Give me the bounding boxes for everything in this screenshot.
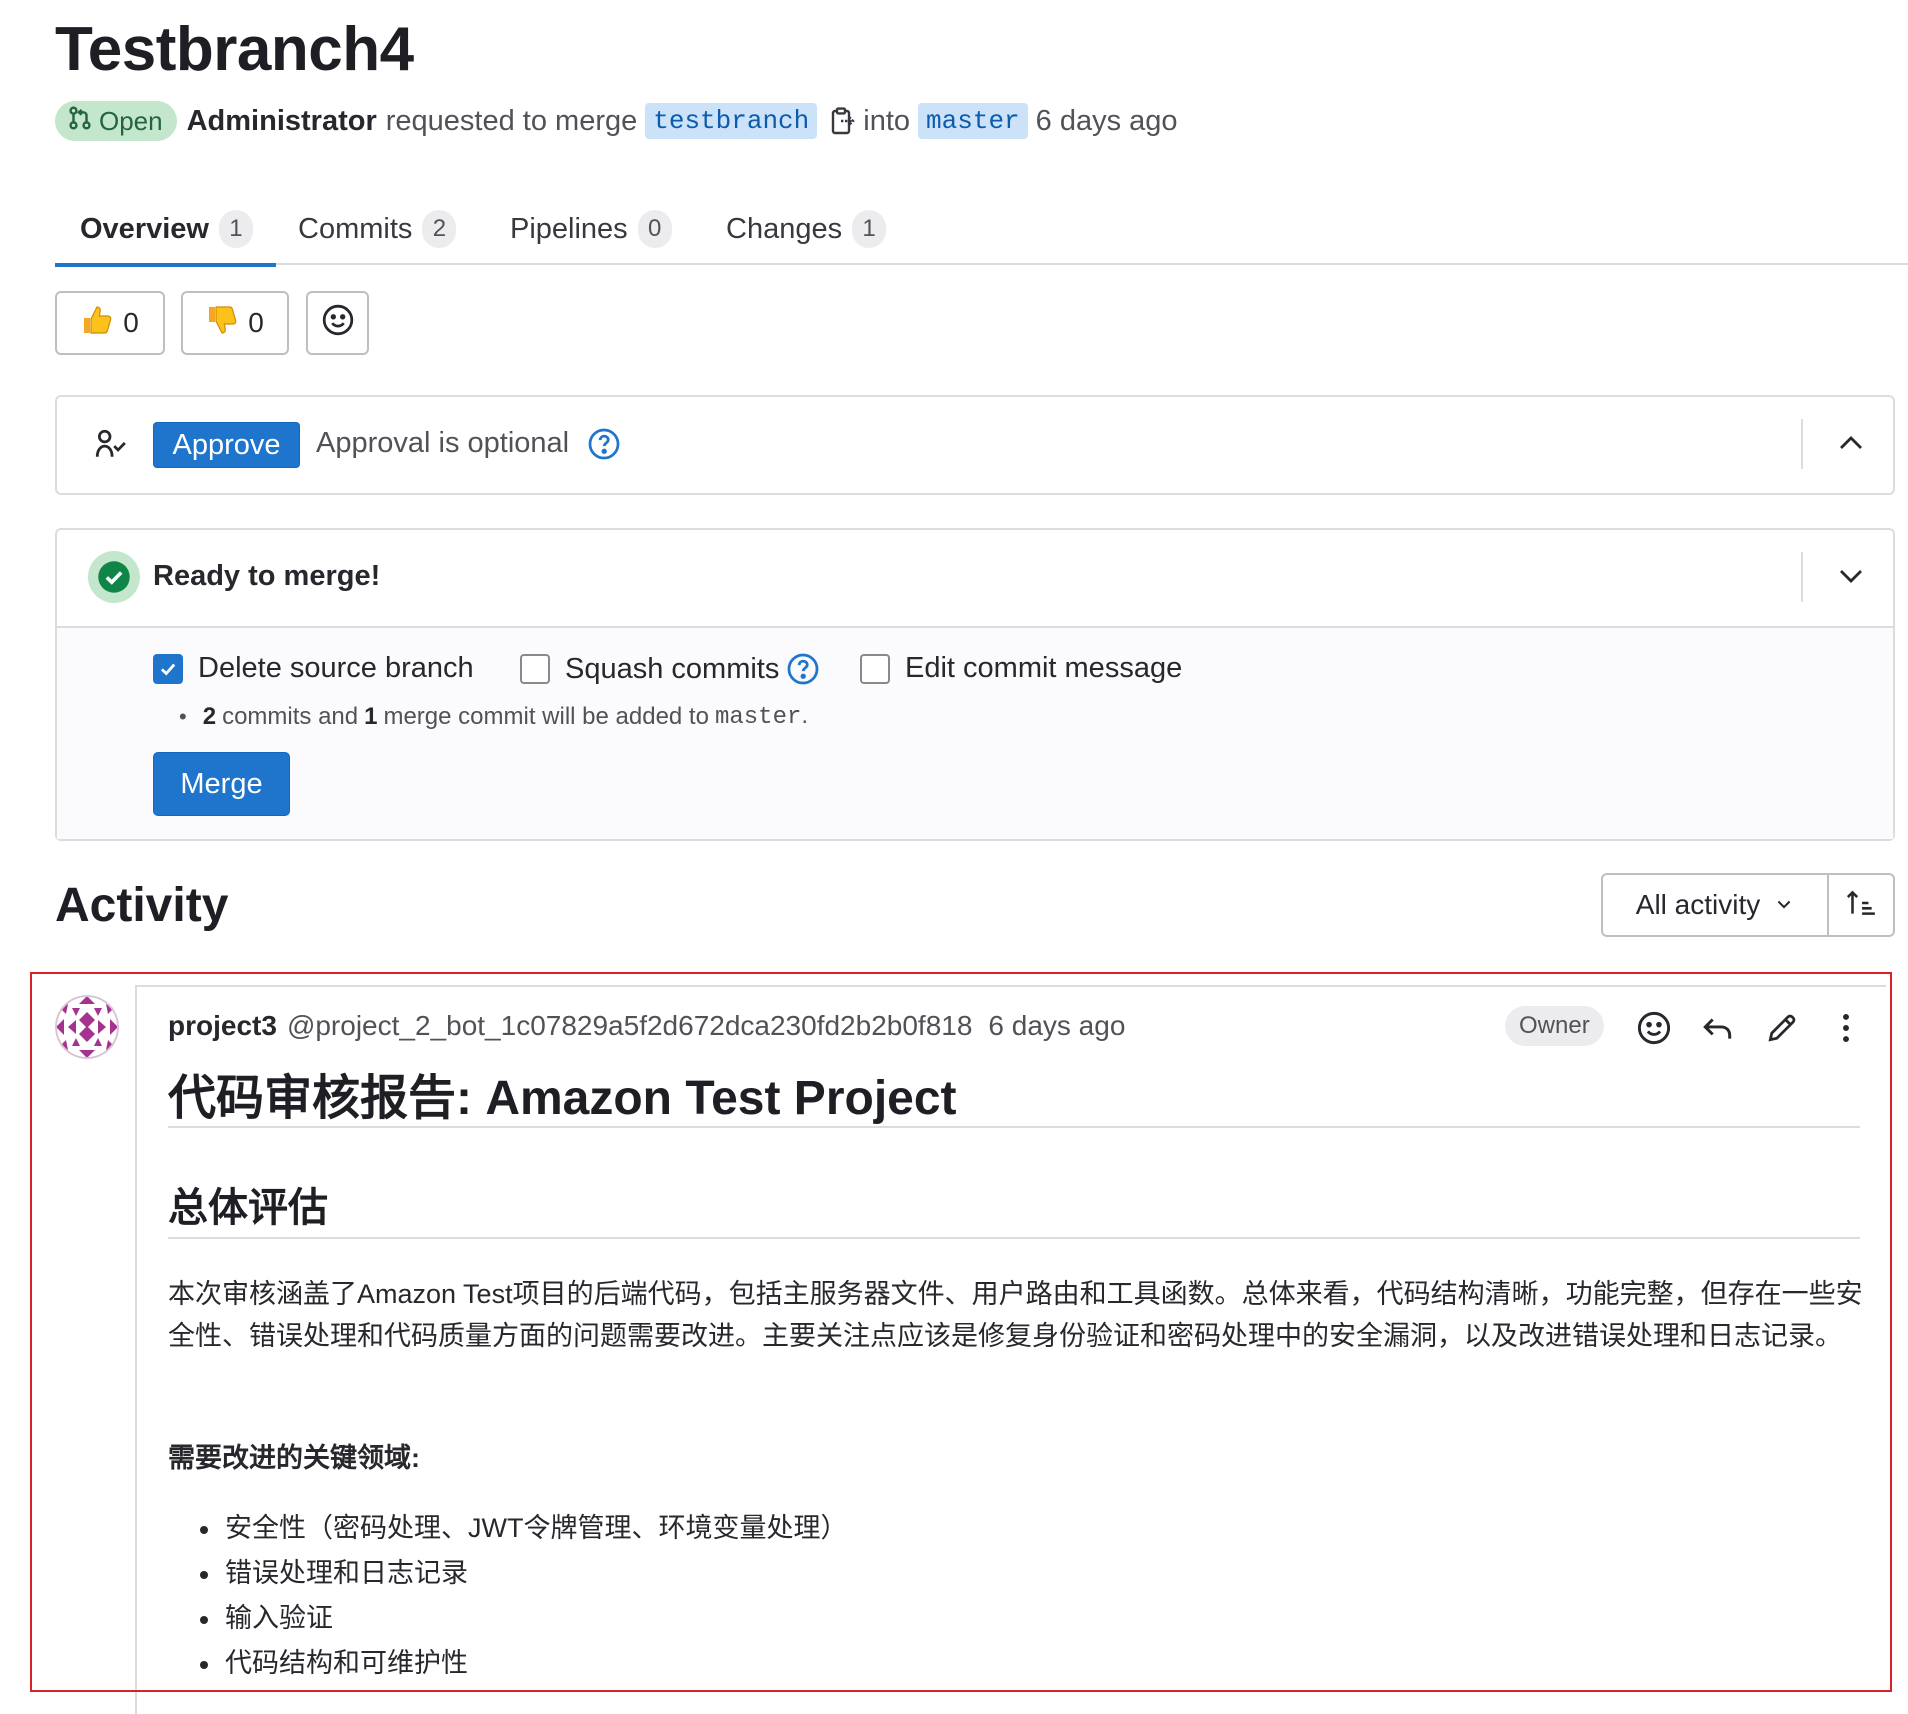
- tab-label: Pipelines: [510, 212, 628, 245]
- smiley-icon: [321, 303, 355, 344]
- approval-status-text: Approval is optional: [316, 427, 570, 459]
- copy-branch-icon[interactable]: [831, 107, 855, 135]
- thumbs-up-emoji: [81, 304, 113, 343]
- add-reaction-button[interactable]: [306, 291, 369, 355]
- merge-request-meta: Open Administrator requested to merge te…: [55, 100, 1178, 142]
- commits-text: commits and: [222, 702, 359, 730]
- activity-filter-label: All activity: [1635, 889, 1761, 920]
- created-time: 6 days ago: [1035, 104, 1178, 137]
- tab-count: 2: [422, 210, 457, 248]
- requested-text: requested to merge: [385, 104, 638, 137]
- role-badge: Owner: [1505, 1006, 1604, 1046]
- edit-message-checkbox[interactable]: [860, 653, 890, 684]
- merge-commits-count: 1: [364, 702, 378, 730]
- status-badge: Open: [55, 101, 177, 141]
- thumbs-up-count: 0: [123, 307, 139, 338]
- question-circle-icon[interactable]: [786, 652, 820, 686]
- delete-source-checkbox[interactable]: [153, 653, 183, 684]
- source-branch[interactable]: testbranch: [645, 103, 818, 139]
- bullet-icon: •: [179, 703, 187, 729]
- activity-filter-dropdown[interactable]: All activity: [1603, 875, 1829, 935]
- reply-icon[interactable]: [1698, 1008, 1738, 1048]
- into-text: into: [863, 104, 911, 137]
- tab-overview[interactable]: Overview 1: [55, 193, 276, 267]
- thumbs-up-button[interactable]: 0: [55, 291, 165, 355]
- list-item: 错误处理和日志记录: [198, 1551, 847, 1596]
- edit-commit-message-option[interactable]: Edit commit message: [860, 652, 1182, 685]
- chevron-down-icon[interactable]: [1835, 560, 1867, 597]
- merge-widget-header: Ready to merge!: [57, 530, 1893, 628]
- tab-count: 1: [218, 210, 253, 248]
- commits-count: 2: [202, 702, 217, 730]
- tab-label: Overview: [80, 212, 209, 245]
- sort-ascending-icon: [1844, 886, 1878, 925]
- thumbs-down-button[interactable]: 0: [181, 291, 289, 355]
- tab-count: 0: [637, 210, 672, 248]
- note-border: [135, 985, 1886, 987]
- smiley-icon[interactable]: [1634, 1008, 1674, 1048]
- target-branch-name: master: [714, 704, 802, 731]
- key-areas-label: 需要改进的关键领域:: [168, 1443, 420, 1473]
- sort-direction-button[interactable]: [1829, 875, 1893, 935]
- note-title: 代码审核报告: Amazon Test Project: [168, 1058, 1860, 1128]
- tab-commits[interactable]: Commits 2: [298, 193, 457, 265]
- status-label: Open: [99, 105, 163, 136]
- delete-source-label: Delete source branch: [198, 652, 474, 684]
- check-circle-icon: [88, 551, 140, 603]
- chevron-up-icon[interactable]: [1835, 427, 1867, 464]
- note-paragraph: 本次审核涵盖了Amazon Test项目的后端代码，包括主服务器文件、用户路由和…: [168, 1279, 1863, 1351]
- tab-pipelines[interactable]: Pipelines 0: [510, 193, 672, 265]
- delete-source-branch-option[interactable]: Delete source branch: [153, 652, 474, 685]
- thumbs-down-count: 0: [248, 307, 264, 338]
- squash-label: Squash commits: [565, 652, 780, 685]
- note-author[interactable]: project3: [168, 1010, 277, 1042]
- page-title: Testbranch4: [55, 15, 414, 84]
- list-item: 输入验证: [198, 1596, 847, 1641]
- target-branch[interactable]: master: [918, 103, 1028, 139]
- question-circle-icon[interactable]: [587, 427, 621, 461]
- more-vertical-icon[interactable]: [1826, 1008, 1866, 1048]
- pencil-icon[interactable]: [1762, 1008, 1802, 1048]
- merge-widget: Ready to merge! Delete source branch Squ…: [55, 528, 1895, 841]
- edit-message-label: Edit commit message: [905, 652, 1183, 684]
- approval-widget: Approve Approval is optional: [55, 395, 1895, 495]
- tab-count: 1: [852, 210, 887, 248]
- list-item: 安全性（密码处理、JWT令牌管理、环境变量处理）: [198, 1506, 847, 1551]
- tab-changes[interactable]: Changes 1: [726, 193, 887, 265]
- squash-commits-option[interactable]: Squash commits: [520, 652, 820, 686]
- list-item: 代码结构和可维护性: [198, 1641, 847, 1686]
- target-branch-code: master.: [715, 702, 808, 731]
- divider: [1801, 419, 1803, 469]
- key-areas-list: 安全性（密码处理、JWT令牌管理、环境变量处理） 错误处理和日志记录 输入验证 …: [198, 1506, 847, 1686]
- commit-summary: • 2 commits and 1 merge commit will be a…: [179, 702, 808, 731]
- merge-commit-text: merge commit will be added to: [383, 702, 709, 730]
- approve-button[interactable]: Approve: [153, 422, 300, 468]
- activity-heading: Activity: [55, 879, 229, 932]
- tab-label: Changes: [726, 212, 843, 245]
- note-section-heading: 总体评估: [168, 1175, 1860, 1239]
- approval-status: Approval is optional: [316, 427, 621, 461]
- activity-filter-group: All activity: [1601, 873, 1895, 937]
- thumbs-down-emoji: [206, 304, 238, 343]
- merge-status: Ready to merge!: [153, 560, 381, 592]
- chevron-down-icon: [1774, 889, 1794, 921]
- merge-button[interactable]: Merge: [153, 752, 290, 816]
- timeline-line: [135, 985, 137, 1714]
- tab-label: Commits: [298, 212, 413, 245]
- period: .: [801, 702, 809, 729]
- tabs-bar: Overview 1 Commits 2 Pipelines 0 Changes…: [55, 193, 1908, 267]
- author-link[interactable]: Administrator: [187, 105, 377, 138]
- divider: [1801, 552, 1803, 602]
- merge-options: Delete source branch Squash commits Edit…: [57, 628, 1893, 839]
- avatar[interactable]: [54, 994, 120, 1060]
- note-username[interactable]: @project_2_bot_1c07829a5f2d672dca230fd2b…: [287, 1010, 972, 1042]
- note-time[interactable]: 6 days ago: [988, 1010, 1125, 1042]
- merge-request-icon: [67, 105, 93, 138]
- squash-checkbox[interactable]: [520, 654, 550, 684]
- approvers-icon[interactable]: [93, 427, 127, 468]
- note-header: project3 @project_2_bot_1c07829a5f2d672d…: [168, 1010, 1125, 1042]
